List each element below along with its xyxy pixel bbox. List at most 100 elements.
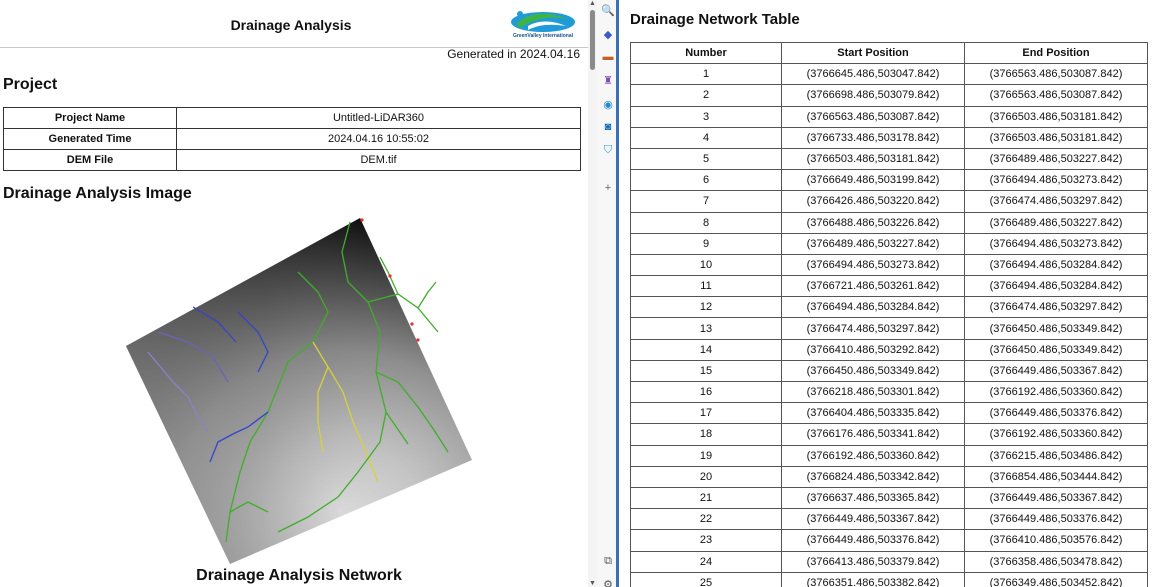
cell-end-position: (3766449.486,503376.842) bbox=[964, 402, 1148, 425]
cell-end-position: (3766494.486,503284.842) bbox=[964, 253, 1148, 277]
report-scrollbar[interactable]: ▲ ▼ bbox=[588, 0, 597, 587]
copilot-icon[interactable]: ◉ bbox=[600, 96, 616, 112]
table-row: 18 (3766176.486,503341.842) (3766192.486,5… bbox=[630, 423, 1148, 446]
table-row: 15 (3766450.486,503349.842) (3766449.486,5… bbox=[630, 359, 1148, 383]
cell-number: 13 bbox=[630, 317, 782, 340]
cell-end-position: (3766494.486,503273.842) bbox=[964, 169, 1148, 192]
cell-start-position: (3766410.486,503292.842) bbox=[781, 338, 965, 361]
table-row: 23 (3766449.486,503376.842) (3766410.486,5… bbox=[630, 529, 1148, 552]
cell-end-position: (3766489.486,503227.842) bbox=[964, 147, 1148, 171]
cell-start-position: (3766426.486,503220.842) bbox=[781, 190, 965, 213]
cell-start-position: (3766637.486,503365.842) bbox=[781, 486, 965, 510]
table-row: 14 (3766410.486,503292.842) (3766450.486,5… bbox=[630, 338, 1148, 361]
network-pane: Drainage Network Table Number Start Posi… bbox=[622, 0, 1152, 587]
table-row: 16 (3766218.486,503301.842) (3766192.486,5… bbox=[630, 380, 1148, 404]
project-table: Project Name Untitled-LiDAR360 Generated… bbox=[3, 107, 581, 171]
search-icon[interactable]: 🔍 bbox=[600, 2, 616, 18]
cell-start-position: (3766404.486,503335.842) bbox=[781, 402, 965, 425]
cell-start-position: (3766494.486,503284.842) bbox=[781, 296, 965, 319]
cell-end-position: (3766449.486,503367.842) bbox=[964, 359, 1148, 383]
table-row: 1 (3766645.486,503047.842) (3766563.486,50… bbox=[630, 63, 1148, 86]
cell-start-position: (3766450.486,503349.842) bbox=[781, 359, 965, 383]
cell-start-position: (3766494.486,503273.842) bbox=[781, 253, 965, 277]
generated-date: Generated in 2024.04.16 bbox=[447, 47, 580, 61]
cell-end-position: (3766474.486,503297.842) bbox=[964, 190, 1148, 213]
report-pane: Drainage Analysis GreenValley Internatio… bbox=[0, 0, 588, 587]
cell-number: 15 bbox=[630, 359, 782, 383]
settings-icon[interactable]: ⚙ bbox=[600, 576, 616, 587]
cell-start-position: (3766698.486,503079.842) bbox=[781, 84, 965, 107]
report-header: Drainage Analysis GreenValley Internatio… bbox=[0, 0, 588, 48]
network-table-title: Drainage Network Table bbox=[630, 11, 800, 28]
screenshot-icon[interactable]: ⧉ bbox=[600, 553, 616, 569]
table-row: 3 (3766563.486,503087.842) (3766503.486,50… bbox=[630, 105, 1148, 128]
scroll-up-arrow-icon[interactable]: ▲ bbox=[588, 0, 597, 7]
cell-number: 22 bbox=[630, 508, 782, 531]
table-row: 21 (3766637.486,503365.842) (3766449.486,5… bbox=[630, 486, 1148, 510]
scroll-down-arrow-icon[interactable]: ▼ bbox=[588, 580, 597, 587]
cell-end-position: (3766358.486,503478.842) bbox=[964, 550, 1148, 573]
cell-start-position: (3766351.486,503382.842) bbox=[781, 571, 965, 587]
cell-end-position: (3766215.486,503486.842) bbox=[964, 444, 1148, 467]
cell-end-position: (3766563.486,503087.842) bbox=[964, 63, 1148, 86]
briefcase-icon[interactable]: ▬ bbox=[600, 49, 616, 65]
tag-icon[interactable]: ◆ bbox=[600, 26, 616, 42]
cell-number: 21 bbox=[630, 486, 782, 510]
cell-end-position: (3766450.486,503349.842) bbox=[964, 338, 1148, 361]
cell-start-position: (3766733.486,503178.842) bbox=[781, 126, 965, 149]
side-toolbar: 🔍 ◆ ▬ ♜ ◉ ◙ ⛉ + ⧉ ⚙ bbox=[597, 0, 619, 587]
cell-start-position: (3766489.486,503227.842) bbox=[781, 232, 965, 255]
cell-start-position: (3766474.486,503297.842) bbox=[781, 317, 965, 340]
table-row: Project Name Untitled-LiDAR360 bbox=[3, 107, 581, 129]
cell-number: 9 bbox=[630, 232, 782, 255]
table-row: 20 (3766824.486,503342.842) (3766854.486,5… bbox=[630, 465, 1148, 488]
cell-number: 25 bbox=[630, 571, 782, 587]
cell-end-position: (3766192.486,503360.842) bbox=[964, 423, 1148, 446]
cell-end-position: (3766503.486,503181.842) bbox=[964, 126, 1148, 149]
report-title: Drainage Analysis bbox=[230, 17, 352, 33]
table-row: 17 (3766404.486,503335.842) (3766449.486,5… bbox=[630, 402, 1148, 425]
cell-end-position: (3766494.486,503273.842) bbox=[964, 232, 1148, 255]
shopping-icon[interactable]: ⛉ bbox=[600, 142, 616, 158]
cell-number: 14 bbox=[630, 338, 782, 361]
cell-number: 23 bbox=[630, 529, 782, 552]
cell-end-position: (3766474.486,503297.842) bbox=[964, 296, 1148, 319]
project-key: Project Name bbox=[3, 107, 177, 129]
cell-end-position: (3766503.486,503181.842) bbox=[964, 105, 1148, 128]
table-header-row: Number Start Position End Position bbox=[630, 41, 1148, 65]
cell-number: 18 bbox=[630, 423, 782, 446]
cell-number: 20 bbox=[630, 465, 782, 488]
image-caption: Drainage Analysis Network bbox=[196, 567, 402, 584]
chess-icon[interactable]: ♜ bbox=[600, 72, 616, 88]
cell-start-position: (3766413.486,503379.842) bbox=[781, 550, 965, 573]
cell-start-position: (3766449.486,503367.842) bbox=[781, 508, 965, 531]
drainage-network-table: Number Start Position End Position 1 (376… bbox=[630, 41, 1148, 587]
cell-start-position: (3766176.486,503341.842) bbox=[781, 423, 965, 446]
cell-end-position: (3766450.486,503349.842) bbox=[964, 317, 1148, 340]
network-table-body: 1 (3766645.486,503047.842) (3766563.486,50… bbox=[630, 63, 1148, 587]
cell-end-position: (3766349.486,503452.842) bbox=[964, 571, 1148, 587]
table-row: 12 (3766494.486,503284.842) (3766474.486,5… bbox=[630, 296, 1148, 319]
cell-start-position: (3766218.486,503301.842) bbox=[781, 380, 965, 404]
image-heading: Drainage Analysis Image bbox=[3, 185, 192, 202]
greenvalley-logo: GreenValley International bbox=[508, 8, 578, 40]
add-icon[interactable]: + bbox=[600, 180, 616, 196]
cell-start-position: (3766721.486,503261.842) bbox=[781, 275, 965, 298]
cell-start-position: (3766488.486,503226.842) bbox=[781, 211, 965, 234]
cell-number: 3 bbox=[630, 105, 782, 128]
cell-end-position: (3766494.486,503284.842) bbox=[964, 275, 1148, 298]
table-row: 4 (3766733.486,503178.842) (3766503.486,50… bbox=[630, 126, 1148, 149]
cell-number: 1 bbox=[630, 63, 782, 86]
outlook-icon[interactable]: ◙ bbox=[600, 119, 616, 135]
cell-number: 2 bbox=[630, 84, 782, 107]
table-row: 22 (3766449.486,503367.842) (3766449.486,5… bbox=[630, 508, 1148, 531]
project-value: DEM.tif bbox=[176, 149, 581, 171]
table-row: 19 (3766192.486,503360.842) (3766215.486,5… bbox=[630, 444, 1148, 467]
cell-number: 16 bbox=[630, 380, 782, 404]
table-row: 11 (3766721.486,503261.842) (3766494.486,5… bbox=[630, 275, 1148, 298]
table-row: 9 (3766489.486,503227.842) (3766494.486,50… bbox=[630, 232, 1148, 255]
scroll-thumb[interactable] bbox=[590, 10, 595, 70]
cell-end-position: (3766854.486,503444.842) bbox=[964, 465, 1148, 488]
cell-start-position: (3766503.486,503181.842) bbox=[781, 147, 965, 171]
cell-number: 17 bbox=[630, 402, 782, 425]
